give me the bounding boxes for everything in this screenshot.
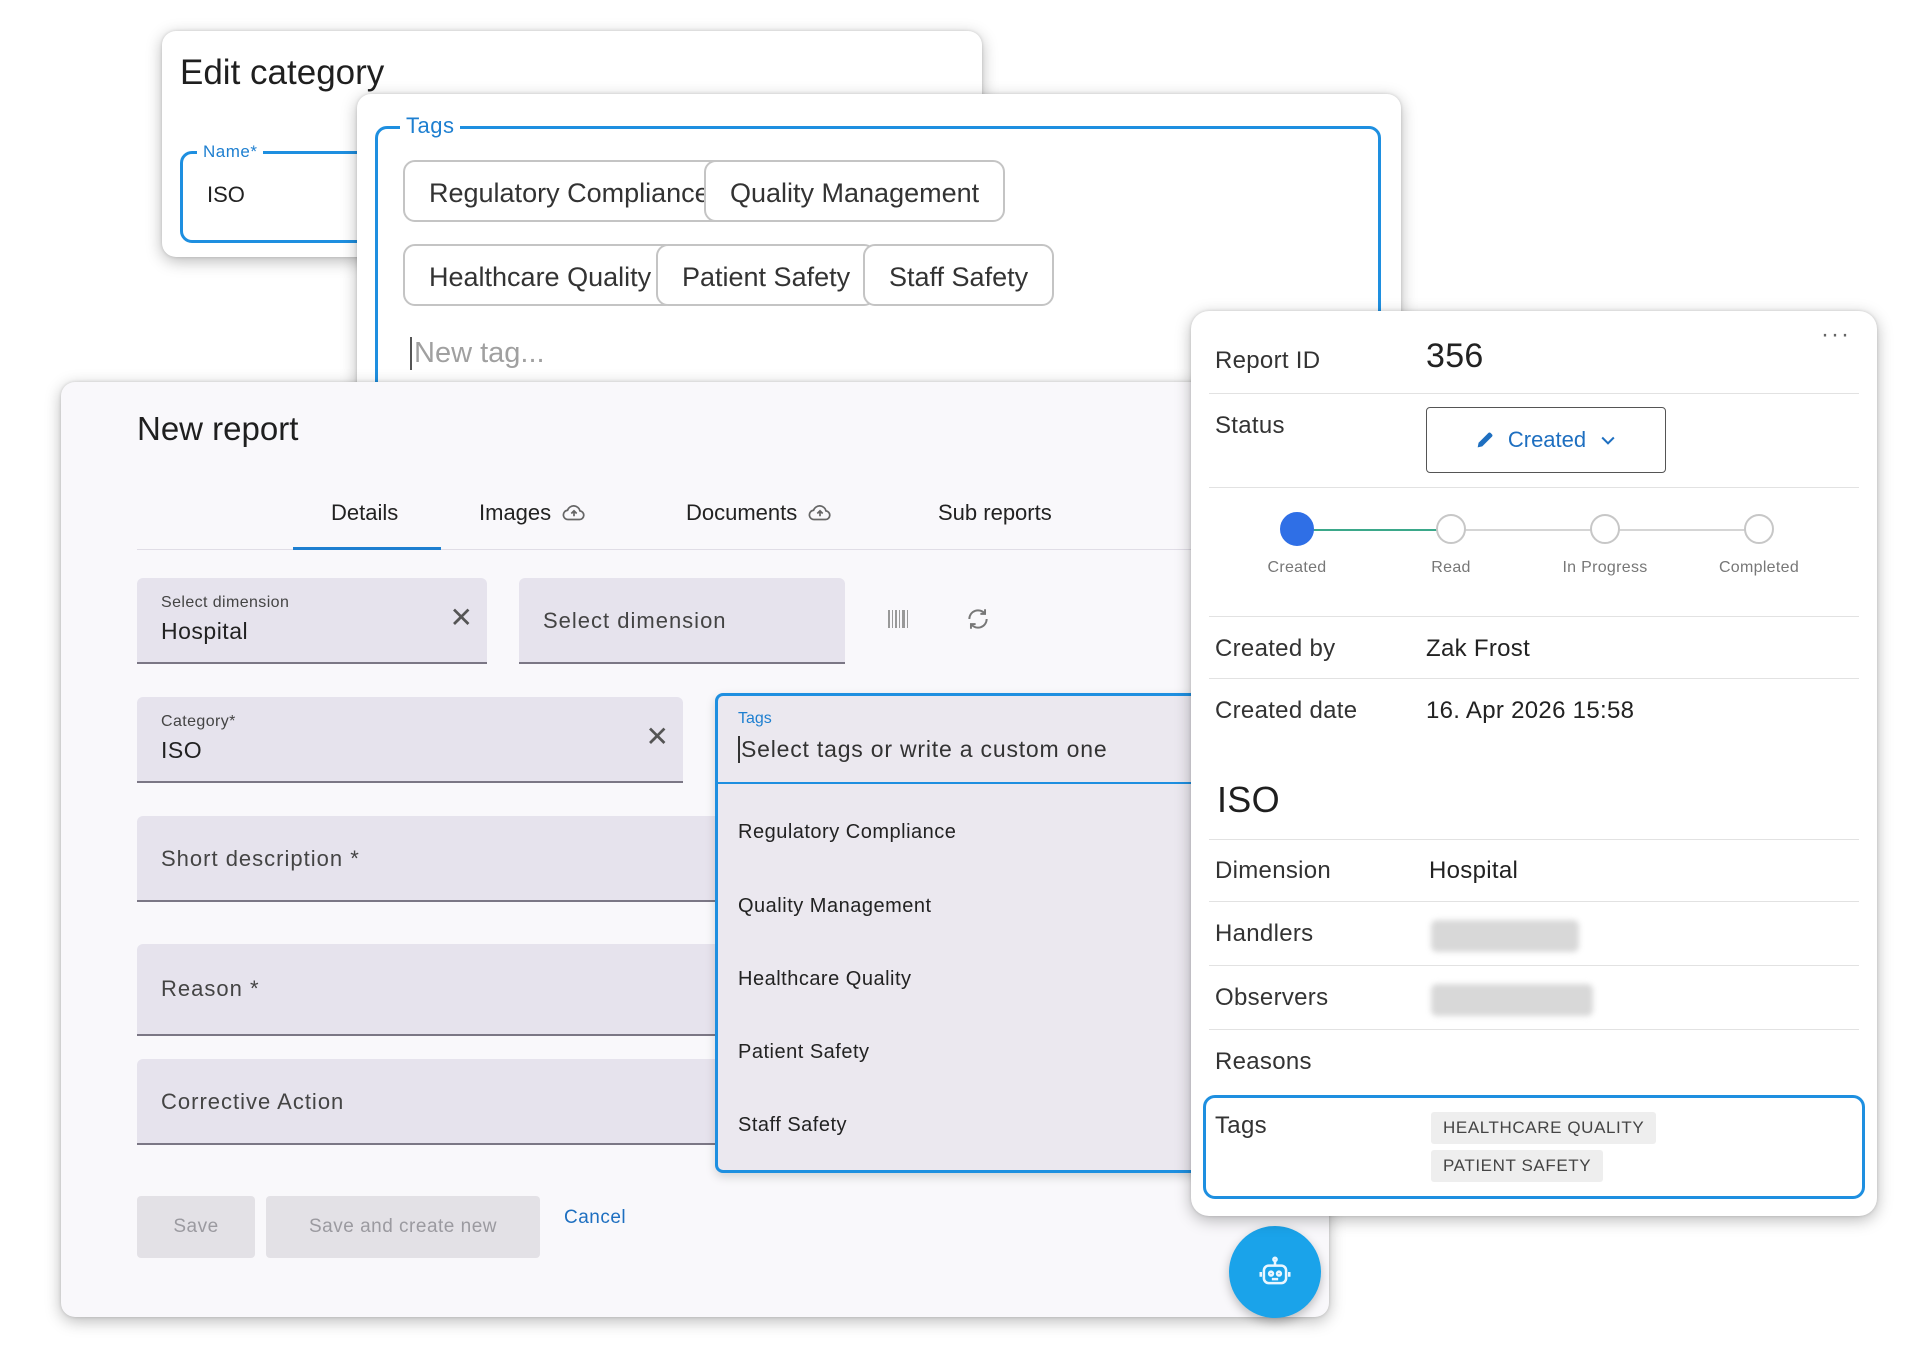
name-field-label: Name* — [197, 142, 264, 162]
step-label: In Progress — [1562, 559, 1648, 576]
new-tag-input[interactable]: New tag... — [410, 337, 545, 370]
cloud-upload-icon — [808, 505, 831, 521]
observers-avatar-list — [1431, 984, 1593, 1016]
assistant-fab[interactable] — [1229, 1226, 1321, 1318]
dimension-select-2-placeholder: Select dimension — [543, 608, 727, 633]
divider — [1209, 1029, 1859, 1030]
tab-details[interactable]: Details — [331, 500, 398, 526]
divider — [1209, 616, 1859, 617]
tag-chip[interactable]: Quality Management — [704, 160, 1006, 222]
active-tab-indicator — [293, 547, 441, 550]
edit-category-title: Edit category — [180, 53, 385, 92]
divider — [1209, 678, 1859, 679]
short-description-placeholder: Short description * — [161, 846, 360, 871]
tag-pill: HEALTHCARE QUALITY — [1431, 1112, 1657, 1144]
save-button[interactable]: Save — [137, 1196, 255, 1258]
clear-icon[interactable]: ✕ — [450, 604, 473, 632]
refresh-icon[interactable] — [965, 606, 991, 632]
category-select[interactable]: Category* ISO ✕ — [137, 697, 683, 783]
step-label: Created — [1267, 559, 1327, 576]
divider — [1209, 901, 1859, 902]
tab-images[interactable]: Images — [479, 500, 587, 526]
cloud-upload-icon — [562, 505, 585, 521]
tab-sub-reports-label: Sub reports — [938, 500, 1052, 525]
cancel-button[interactable]: Cancel — [564, 1207, 626, 1229]
new-report-dialog: New report Details Images Documents Sub … — [61, 382, 1329, 1317]
category-heading: ISO — [1217, 779, 1280, 820]
tags-section: Tags HEALTHCARE QUALITY PATIENT SAFETY — [1203, 1095, 1865, 1199]
tags-option[interactable]: Healthcare Quality — [738, 968, 912, 991]
new-report-title: New report — [137, 410, 299, 447]
dimension-select-value: Hospital — [161, 618, 249, 644]
status-label: Status — [1215, 412, 1285, 439]
tag-pill: PATIENT SAFETY — [1431, 1150, 1604, 1182]
tag-chip[interactable]: Patient Safety — [656, 244, 877, 306]
step-completed — [1744, 514, 1774, 544]
tags-option[interactable]: Regulatory Compliance — [738, 821, 956, 844]
status-value: Created — [1507, 427, 1587, 452]
dimension-select-2[interactable]: Select dimension — [519, 578, 845, 664]
tags-option[interactable]: Patient Safety — [738, 1041, 870, 1064]
step-connector — [1297, 529, 1437, 531]
step-in-progress — [1590, 514, 1620, 544]
name-field-value: ISO — [207, 182, 245, 207]
tab-documents-label: Documents — [686, 500, 798, 525]
tags-option[interactable]: Quality Management — [738, 895, 932, 918]
reason-field[interactable]: Reason * — [137, 944, 737, 1036]
created-date-label: Created date — [1215, 697, 1358, 724]
status-dropdown[interactable]: Created — [1426, 407, 1666, 473]
step-connector — [1605, 529, 1745, 531]
handlers-avatar-list — [1431, 920, 1579, 952]
short-description-field[interactable]: Short description * — [137, 816, 737, 902]
tags-label: Tags — [1215, 1112, 1267, 1139]
tag-chip[interactable]: Healthcare Quality — [403, 244, 678, 306]
category-select-value: ISO — [161, 737, 203, 763]
tab-images-label: Images — [479, 500, 552, 525]
dimension-select-label: Select dimension — [161, 594, 290, 611]
dimension-select[interactable]: Select dimension Hospital ✕ — [137, 578, 487, 664]
divider — [1209, 393, 1859, 394]
created-date-value: 16. Apr 2026 15:58 — [1426, 697, 1635, 724]
observers-label: Observers — [1215, 984, 1329, 1011]
category-select-label: Category* — [161, 713, 236, 730]
robot-icon — [1259, 1256, 1291, 1285]
dimension-value: Hospital — [1429, 857, 1519, 884]
step-read — [1436, 514, 1466, 544]
tab-documents[interactable]: Documents — [686, 500, 833, 526]
more-icon[interactable]: ··· — [1821, 321, 1851, 349]
handlers-label: Handlers — [1215, 920, 1314, 947]
tab-details-label: Details — [331, 500, 399, 525]
corrective-action-field[interactable]: Corrective Action — [137, 1059, 737, 1145]
step-label: Completed — [1718, 559, 1800, 576]
save-and-create-new-button[interactable]: Save and create new — [266, 1196, 540, 1258]
reasons-label: Reasons — [1215, 1048, 1312, 1075]
step-created — [1280, 512, 1314, 546]
divider — [1209, 487, 1859, 488]
tab-sub-reports[interactable]: Sub reports — [938, 500, 1052, 526]
tags-select-input[interactable]: Select tags or write a custom one — [738, 736, 1107, 763]
tags-option[interactable]: Staff Safety — [738, 1114, 847, 1137]
report-id-label: Report ID — [1215, 347, 1321, 374]
report-detail-panel: ··· Report ID 356 Status Created Created… — [1191, 311, 1877, 1216]
chevron-down-icon — [1601, 436, 1615, 445]
tags-select-label: Tags — [738, 710, 772, 727]
reason-placeholder: Reason * — [161, 976, 260, 1001]
divider — [1209, 839, 1859, 840]
corrective-action-placeholder: Corrective Action — [161, 1089, 345, 1114]
tag-chip[interactable]: Staff Safety — [863, 244, 1055, 306]
report-id-value: 356 — [1426, 337, 1484, 375]
clear-icon[interactable]: ✕ — [646, 723, 669, 751]
tags-editor-label: Tags — [400, 113, 461, 139]
tag-chip[interactable]: Regulatory Compliance — [403, 160, 736, 222]
created-by-value: Zak Frost — [1426, 635, 1531, 662]
dimension-label: Dimension — [1215, 857, 1332, 884]
step-connector — [1451, 529, 1591, 531]
created-by-label: Created by — [1215, 635, 1336, 662]
step-label: Read — [1431, 559, 1471, 576]
divider — [1209, 965, 1859, 966]
pencil-icon — [1477, 432, 1493, 448]
barcode-icon[interactable] — [887, 608, 909, 630]
